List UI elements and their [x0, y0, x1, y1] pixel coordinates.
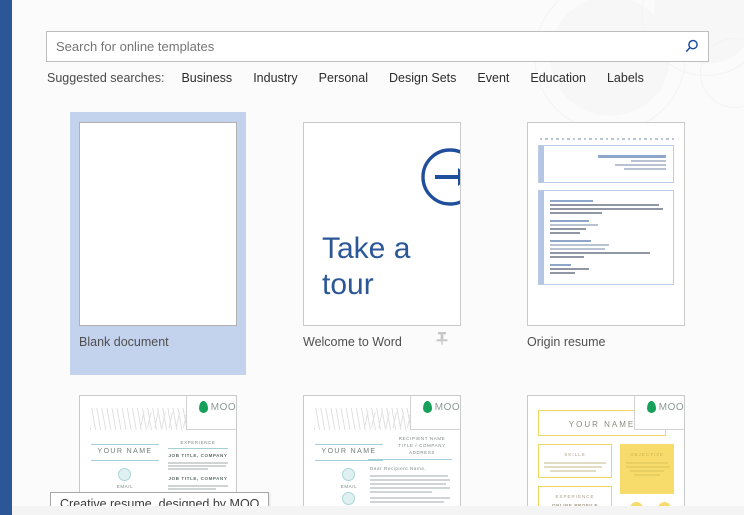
template-label: Blank document	[79, 335, 169, 349]
suggested-link-education[interactable]: Education	[530, 71, 586, 85]
template-cell: Blank document	[70, 112, 246, 375]
template-thumbnail-yellow-resume: YOUR NAME MOO SKILLS OBJECTIVE EXPERIENC…	[527, 395, 685, 515]
template-thumbnail-origin-resume	[527, 122, 685, 326]
search-icon	[685, 39, 698, 53]
doc-body-box	[538, 190, 674, 285]
moo-logo-badge: MOO	[186, 396, 237, 430]
doc-header-box	[538, 145, 674, 183]
new-document-template-gallery: Suggested searches: Business Industry Pe…	[0, 0, 744, 515]
moo-droplet-icon	[198, 400, 209, 414]
suggested-searches: Suggested searches: Business Industry Pe…	[47, 71, 665, 85]
your-name-placeholder: YOUR NAME	[97, 448, 153, 455]
template-row: Blank document Take a tour Welcome to Wo…	[70, 112, 710, 375]
template-card-origin-resume[interactable]: Origin resume	[518, 112, 694, 349]
suggested-link-business[interactable]: Business	[181, 71, 232, 85]
suggested-searches-label: Suggested searches:	[47, 71, 165, 85]
template-thumbnail-take-a-tour: Take a tour	[303, 122, 461, 326]
template-card-welcome-to-word[interactable]: Take a tour Welcome to Word	[294, 112, 470, 349]
moo-droplet-icon	[422, 400, 433, 414]
template-thumbnail-blank	[79, 122, 237, 326]
template-card-yellow-resume-moo[interactable]: YOUR NAME MOO SKILLS OBJECTIVE EXPERIENC…	[518, 385, 694, 515]
suggested-link-labels[interactable]: Labels	[607, 71, 644, 85]
template-card-cover-letter-moo[interactable]: MOO YOUR NAME EMAIL TELEPHONE ADDRESS, C…	[294, 385, 470, 515]
template-cell: YOUR NAME MOO SKILLS OBJECTIVE EXPERIENC…	[518, 385, 694, 515]
your-name-placeholder: YOUR NAME	[321, 448, 377, 455]
template-label: Welcome to Word	[303, 335, 402, 349]
moo-wordmark: MOO	[658, 401, 685, 413]
pin-icon[interactable]	[436, 331, 448, 345]
moo-logo-badge: MOO	[410, 396, 461, 430]
suggested-link-industry[interactable]: Industry	[253, 71, 297, 85]
moo-logo-badge: MOO	[634, 396, 685, 430]
suggested-link-personal[interactable]: Personal	[319, 71, 368, 85]
template-cell: MOO YOUR NAME EMAIL TELEPHONE ADDRESS, C…	[294, 385, 470, 515]
doc-dot-rule	[540, 138, 675, 140]
template-thumbnail-cover-letter: MOO YOUR NAME EMAIL TELEPHONE ADDRESS, C…	[303, 395, 461, 515]
moo-wordmark: MOO	[210, 401, 237, 413]
left-accent-rail	[0, 0, 12, 515]
suggested-link-event[interactable]: Event	[477, 71, 509, 85]
moo-droplet-icon	[646, 400, 657, 414]
bottom-band	[12, 506, 744, 515]
suggested-link-design-sets[interactable]: Design Sets	[389, 71, 456, 85]
search-input[interactable]	[47, 32, 674, 61]
template-cell: Origin resume	[518, 112, 694, 375]
take-a-tour-heading: Take a tour	[322, 232, 411, 301]
template-card-blank-document[interactable]: Blank document	[70, 112, 246, 375]
template-grid: Blank document Take a tour Welcome to Wo…	[70, 112, 710, 515]
template-label: Origin resume	[527, 335, 606, 349]
moo-wordmark: MOO	[434, 401, 461, 413]
search-bar[interactable]	[46, 31, 709, 62]
template-label-row: Welcome to Word	[303, 326, 461, 349]
circle-arrow-right-icon	[421, 148, 460, 206]
template-cell: Take a tour Welcome to Word	[294, 112, 470, 375]
search-button[interactable]	[674, 32, 708, 61]
